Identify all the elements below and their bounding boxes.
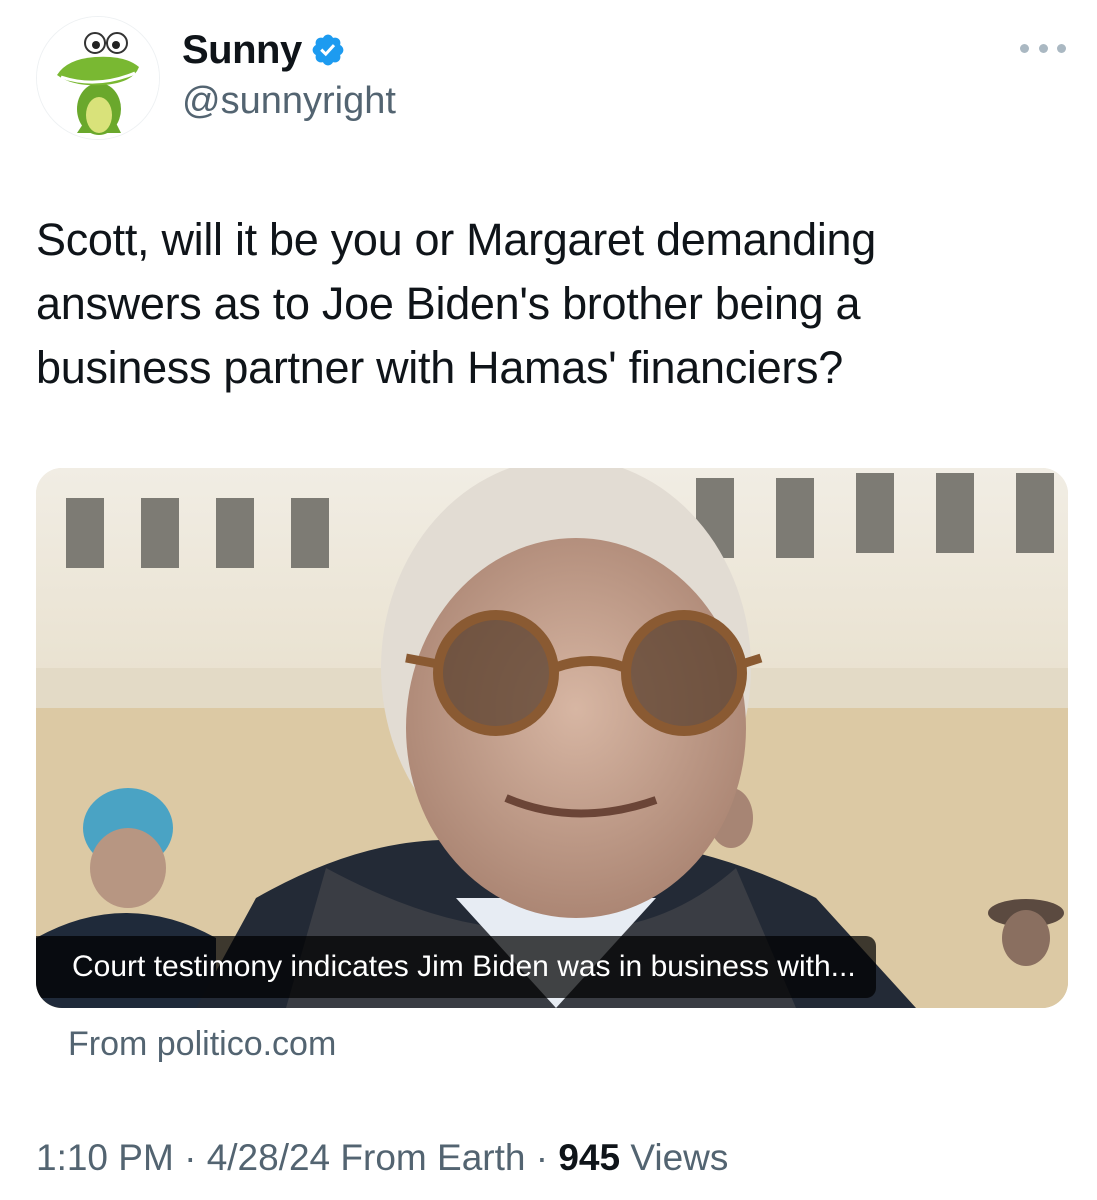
meta-separator: ·	[535, 1137, 549, 1178]
link-card-source[interactable]: From politico.com	[68, 1022, 336, 1066]
views-label[interactable]: Views	[630, 1137, 728, 1178]
tweet-time[interactable]: 1:10 PM	[36, 1137, 174, 1178]
avatar[interactable]	[36, 16, 160, 140]
verified-badge-icon	[312, 34, 344, 66]
meta-separator: ·	[184, 1137, 197, 1178]
link-card[interactable]: Court testimony indicates Jim Biden was …	[36, 468, 1068, 1008]
crocodile-avatar-icon	[37, 17, 159, 139]
views-count[interactable]: 945	[558, 1137, 620, 1178]
tweet-text: Scott, will it be you or Margaret demand…	[36, 214, 877, 393]
more-dot	[1038, 43, 1048, 53]
author-handle[interactable]: @sunnyright	[182, 78, 396, 124]
link-card-caption: Court testimony indicates Jim Biden was …	[36, 936, 876, 998]
tweet-date[interactable]: 4/28/24	[207, 1137, 330, 1178]
more-options-icon[interactable]	[1020, 40, 1066, 56]
author-name-row[interactable]: Sunny	[182, 26, 346, 74]
more-dot	[1057, 43, 1066, 53]
tweet-source: From Earth	[340, 1137, 526, 1178]
tweet-meta: 1:10 PM · 4/28/24 From Earth · 945 Views	[36, 1134, 728, 1182]
more-dot	[1020, 43, 1029, 53]
author-display-name[interactable]: Sunny	[182, 26, 302, 74]
link-card-image	[36, 468, 1068, 1008]
